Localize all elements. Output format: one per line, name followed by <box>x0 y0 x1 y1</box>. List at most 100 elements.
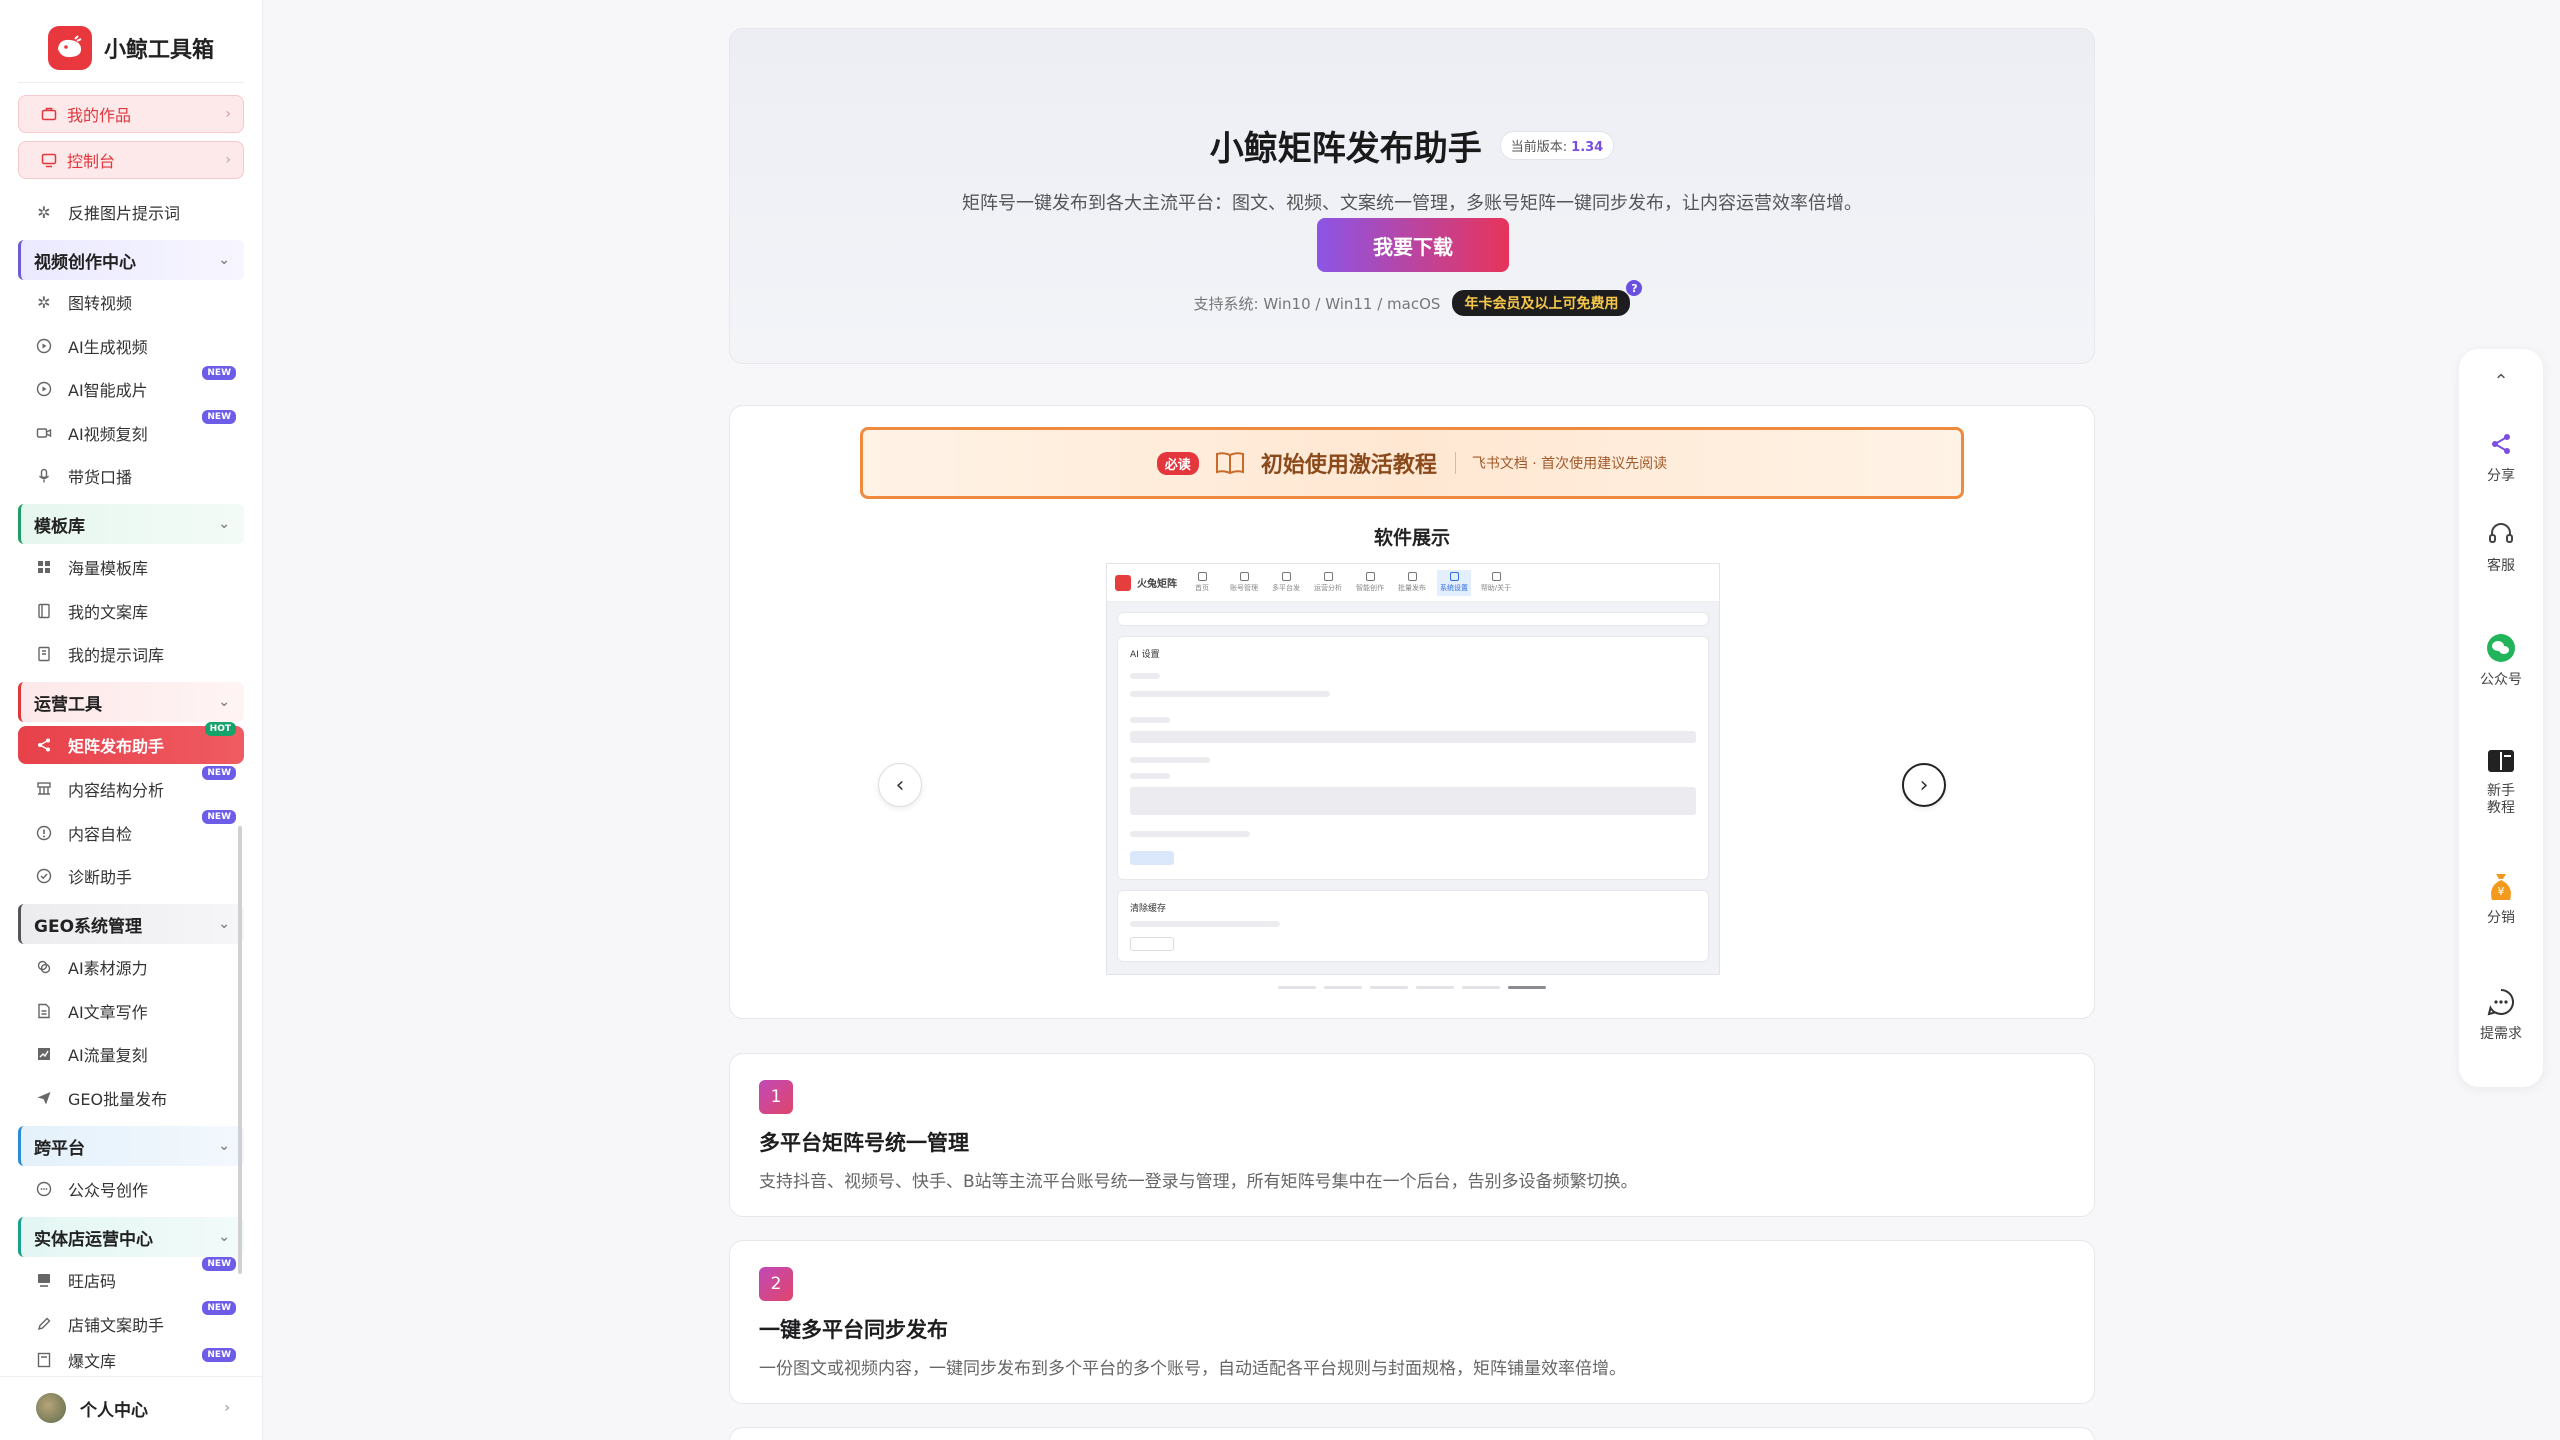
sidebar-item-label: 控制台 <box>67 152 116 171</box>
feature-card-2: 2 一键多平台同步发布 一份图文或视频内容，一键同步发布到多个平台的多个账号，自… <box>729 1240 2095 1404</box>
carousel-dot[interactable] <box>1370 986 1408 989</box>
sidebar-item-label: AI智能成片 <box>68 381 148 400</box>
share-button[interactable]: 分享 <box>2459 429 2543 485</box>
carousel-prev-button[interactable]: ‹ <box>878 763 922 807</box>
app-tab-label: 帮助/关于 <box>1480 584 1512 592</box>
sidebar-item-content-check[interactable]: 内容自检 NEW <box>18 810 244 852</box>
brand[interactable]: 小鲸工具箱 <box>48 26 214 70</box>
sidebar-item-prompt-library[interactable]: 我的提示词库 <box>18 635 244 673</box>
open-book-icon <box>1215 450 1245 476</box>
sidebar-item-label: 旺店码 <box>68 1272 117 1291</box>
feature-request-label: 提需求 <box>2480 1026 2522 1042</box>
showcase-title: 软件展示 <box>1373 527 1450 549</box>
user-center[interactable]: 个人中心 › <box>18 1386 244 1430</box>
app-tab: 帮助/关于 <box>1479 570 1513 596</box>
carousel-dot-active[interactable] <box>1508 986 1546 989</box>
sparkle-icon: ✲ <box>37 202 51 222</box>
sidebar-item-reverse-prompt[interactable]: ✲ 反推图片提示词 <box>18 193 244 231</box>
headset-icon <box>2486 519 2516 549</box>
section-store-ops[interactable]: 实体店运营中心 ⌄ <box>18 1217 244 1257</box>
sidebar-item-ai-video-copy[interactable]: AI视频复刻 NEW <box>18 410 244 452</box>
sidebar-item-matrix-publisher[interactable]: 矩阵发布助手 HOT <box>18 722 244 764</box>
sidebar-item-label: 公众号创作 <box>68 1181 149 1200</box>
sidebar-item-ai-smart-film[interactable]: AI智能成片 NEW <box>18 366 244 408</box>
share-icon <box>2486 429 2516 459</box>
divider <box>0 1376 263 1377</box>
app-tab-label: 智能创作 <box>1356 584 1384 592</box>
sidebar-item-geo-batch[interactable]: GEO批量发布 <box>18 1079 244 1117</box>
sidebar-item-content-structure[interactable]: 内容结构分析 NEW <box>18 766 244 808</box>
sidebar-item-live-selling[interactable]: 带货口播 <box>18 457 244 495</box>
section-video-creation[interactable]: 视频创作中心 ⌄ <box>18 240 244 280</box>
section-template-library[interactable]: 模板库 ⌄ <box>18 504 244 544</box>
sidebar-item-label: 爆文库 <box>68 1352 117 1371</box>
sidebar-item-wechat-writing[interactable]: 公众号创作 <box>18 1170 244 1208</box>
section-title: 视频创作中心 <box>34 252 136 273</box>
wechat-account-button[interactable]: 公众号 <box>2459 633 2543 689</box>
app-tab: 批量发布 <box>1395 570 1429 596</box>
section-geo-system[interactable]: GEO系统管理 ⌄ <box>18 904 244 944</box>
app-tab-active: 系统设置 <box>1437 569 1471 596</box>
download-button[interactable]: 我要下载 <box>1317 218 1509 272</box>
feature-request-button[interactable]: 提需求 <box>2459 987 2543 1043</box>
app-logo-icon <box>1115 574 1131 591</box>
sidebar-item-copy-library[interactable]: 我的文案库 <box>18 592 244 630</box>
tutorial-banner[interactable]: 必读 初始使用激活教程 飞书文档 · 首次使用建议先阅读 <box>860 427 1964 499</box>
sidebar-item-label: 我的提示词库 <box>68 646 165 665</box>
sidebar-item-console[interactable]: 控制台 › <box>18 141 244 179</box>
new-badge: NEW <box>202 810 236 824</box>
sidebar-item-ai-material[interactable]: AI素材源力 <box>18 948 244 986</box>
sidebar-item-diagnosis[interactable]: 诊断助手 <box>18 857 244 895</box>
microphone-icon <box>34 466 54 486</box>
section-title: 运营工具 <box>34 694 102 715</box>
chevron-down-icon: ⌄ <box>218 516 230 532</box>
hero-description: 矩阵号一键发布到各大主流平台：图文、视频、文案统一管理，多账号矩阵一键同步发布，… <box>962 193 1862 214</box>
vip-badge[interactable]: 年卡会员及以上可免费用? <box>1452 280 1643 316</box>
sidebar-item-store-copywriter[interactable]: 店铺文案助手 NEW <box>18 1301 244 1343</box>
distribution-button[interactable]: ¥ 分销 <box>2459 871 2543 927</box>
feature-description: 支持抖音、视频号、快手、B站等主流平台账号统一登录与管理，所有矩阵号集中在一个后… <box>759 1172 1638 1192</box>
version-number: 1.34 <box>1571 140 1604 155</box>
sidebar-scrollbar[interactable] <box>238 826 242 1274</box>
sidebar-item-ai-traffic[interactable]: AI流量复刻 <box>18 1035 244 1073</box>
carousel-dot[interactable] <box>1278 986 1316 989</box>
app-tab: 多平台发 <box>1269 570 1303 596</box>
sidebar-item-ai-article[interactable]: AI文章写作 <box>18 992 244 1030</box>
sidebar-item-hot-articles[interactable]: 爆文库 NEW <box>18 1348 244 1372</box>
sidebar-item-label: AI视频复刻 <box>68 425 148 444</box>
question-icon[interactable]: ? <box>1626 280 1643 296</box>
carousel-dot[interactable] <box>1416 986 1454 989</box>
new-badge: NEW <box>202 1348 236 1362</box>
sidebar-item-image-to-video[interactable]: ✲ 图转视频 <box>18 283 244 321</box>
sidebar-item-label: 诊断助手 <box>68 868 133 887</box>
bookmark-icon <box>34 644 54 664</box>
feature-title: 多平台矩阵号统一管理 <box>759 1131 969 1155</box>
sidebar-item-label: 带货口播 <box>68 468 133 487</box>
sidebar-item-label: AI流量复刻 <box>68 1046 148 1065</box>
carousel-next-button[interactable]: › <box>1902 763 1946 807</box>
chevron-down-icon: ⌄ <box>218 916 230 932</box>
section-ops-tools[interactable]: 运营工具 ⌄ <box>18 682 244 722</box>
sidebar-item-template-library[interactable]: 海量模板库 <box>18 548 244 586</box>
sidebar-item-ai-video[interactable]: AI生成视频 <box>18 327 244 365</box>
app-tab: 运营分析 <box>1311 570 1345 596</box>
sidebar-item-label: 图转视频 <box>68 294 133 313</box>
chevron-up-icon[interactable]: ⌃ <box>2459 371 2543 392</box>
beginner-guide-button[interactable]: 新手教程 <box>2459 747 2543 817</box>
briefcase-icon <box>39 104 59 124</box>
feature-title: 一键多平台同步发布 <box>759 1318 948 1342</box>
system-support-row: 支持系统: Win10 / Win11 / macOS 年卡会员及以上可免费用? <box>730 280 2094 316</box>
version-pill: 当前版本: 1.34 <box>1499 131 1615 160</box>
new-badge: NEW <box>202 366 236 380</box>
share-label: 分享 <box>2487 468 2515 484</box>
avatar <box>36 1393 66 1423</box>
customer-service-button[interactable]: 客服 <box>2459 519 2543 575</box>
carousel-dot[interactable] <box>1324 986 1362 989</box>
sidebar-item-my-works[interactable]: 我的作品 › <box>18 95 244 133</box>
carousel-dot[interactable] <box>1462 986 1500 989</box>
app-tab: 智能创作 <box>1353 570 1387 596</box>
section-cross-platform[interactable]: 跨平台 ⌄ <box>18 1126 244 1166</box>
share-icon <box>34 735 54 755</box>
book-icon <box>34 601 54 621</box>
sidebar-item-store-code[interactable]: 旺店码 NEW <box>18 1257 244 1299</box>
